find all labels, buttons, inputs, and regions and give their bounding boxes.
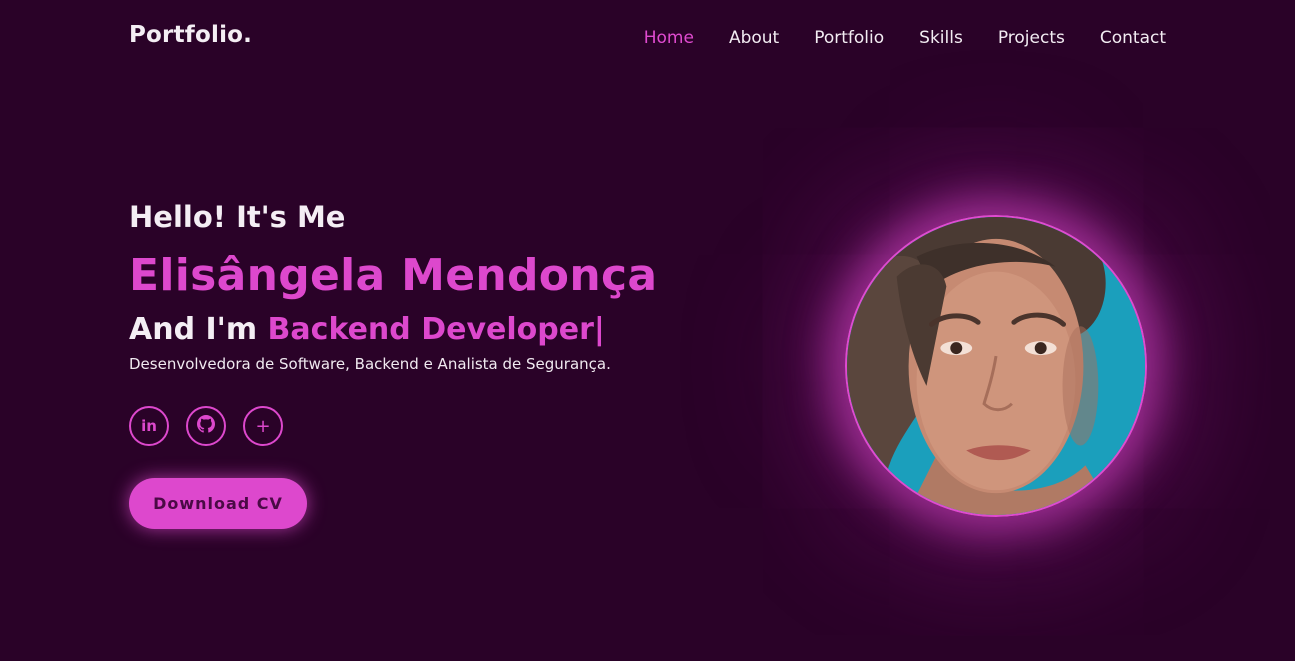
nav-item-contact[interactable]: Contact (1100, 27, 1166, 49)
role-heading: And I'm Backend Developer| (129, 310, 749, 350)
nav-item-about[interactable]: About (729, 27, 779, 49)
nav-item-home[interactable]: Home (644, 27, 694, 49)
plus-icon: + (255, 415, 271, 437)
nav-item-projects[interactable]: Projects (998, 27, 1065, 49)
nav-item-portfolio[interactable]: Portfolio (814, 27, 884, 49)
role-highlight: Backend Developer (267, 312, 594, 347)
hero-section: Hello! It's Me Elisângela Mendonça And I… (129, 196, 749, 529)
download-cv-button[interactable]: Download CV (129, 478, 307, 529)
linkedin-link[interactable]: in (129, 406, 169, 446)
main-nav: Home About Portfolio Skills Projects Con… (609, 27, 1166, 49)
role-prefix: And I'm (129, 312, 268, 347)
name-heading: Elisângela Mendonça (129, 250, 658, 301)
profile-photo (845, 215, 1147, 517)
social-links: in + (129, 406, 749, 446)
github-link[interactable] (186, 406, 226, 446)
hero-description: Desenvolvedora de Software, Backend e An… (129, 355, 611, 373)
linkedin-icon: in (141, 417, 157, 435)
more-link[interactable]: + (243, 406, 283, 446)
typing-caret: | (593, 312, 605, 347)
profile-photo-image (847, 217, 1145, 515)
header: Portfolio. Home About Portfolio Skills P… (0, 0, 1295, 78)
site-logo[interactable]: Portfolio. (129, 22, 252, 48)
nav-item-skills[interactable]: Skills (919, 27, 963, 49)
greeting-heading: Hello! It's Me (129, 200, 346, 234)
github-icon (197, 415, 215, 437)
